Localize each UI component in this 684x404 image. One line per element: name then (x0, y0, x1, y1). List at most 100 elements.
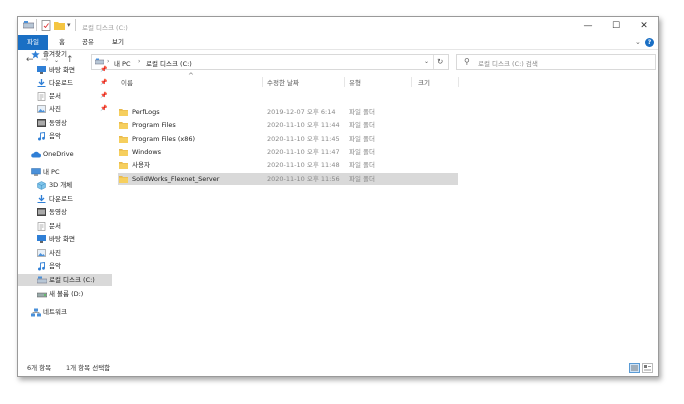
nav-item[interactable]: 다운로드 (18, 193, 112, 205)
music-icon (37, 261, 46, 271)
nav-item[interactable]: 바탕 화면 📌 (18, 64, 112, 76)
folder-icon (119, 121, 128, 130)
drive-icon[interactable] (22, 20, 35, 32)
sort-chevron-up-icon: ^ (188, 72, 194, 80)
file-name: Program Files (x86) (132, 134, 196, 143)
breadcrumb-my-pc[interactable]: 내 PC (114, 58, 131, 68)
nav-item[interactable]: 내 PC (18, 166, 112, 178)
column-divider[interactable] (344, 77, 345, 87)
table-row[interactable]: Program Files (x86) 2020-11-10 오후 11:45 파일… (118, 133, 458, 145)
document-icon (37, 222, 46, 231)
table-row[interactable]: 사용자 2020-11-10 오후 11:48 파일 폴더 (118, 159, 458, 171)
file-type: 파일 폴더 (349, 161, 375, 170)
nav-item[interactable]: OneDrive (18, 148, 112, 160)
column-header-size[interactable]: 크기 (418, 77, 430, 87)
breadcrumb-local-disk[interactable]: 로컬 디스크 (C:) (146, 58, 192, 68)
nav-item-label: 사진 (49, 249, 61, 257)
search-input[interactable]: ⚲ 로컬 디스크 (C:) 검색 (456, 54, 656, 70)
nav-item-label: 문서 (49, 222, 61, 230)
file-list: ^ 이름 수정한 날짜 유형 크기 PerfLogs 2019-12-07 오후 … (118, 72, 658, 358)
nav-item[interactable]: 네트워크 (18, 306, 112, 318)
drive-icon (36, 290, 48, 298)
table-row[interactable]: Program Files 2020-11-10 오후 11:44 파일 폴더 (118, 119, 458, 131)
file-date: 2020-11-10 오후 11:44 (267, 121, 340, 130)
disk-icon (36, 276, 48, 284)
desktop-icon (37, 235, 46, 243)
pin-icon[interactable]: 📌 (100, 64, 107, 76)
nav-item[interactable]: 동영상 (18, 117, 112, 129)
file-type: 파일 폴더 (349, 108, 375, 116)
navigation-pane: 즐겨찾기 바탕 화면 📌 다운로드 📌 문서 📌 사진 📌 동영상 음악 OneDrive 내 PC 3D… (18, 50, 112, 358)
address-row: ← → ⌄ ↑ › 내 PC › 로컬 디스크 (C:) ⌄ ↻ ⚲ 로컬 디스… (18, 51, 658, 73)
divider (433, 55, 434, 69)
nav-item[interactable]: 문서 (18, 220, 112, 232)
nav-item-label: 음악 (49, 132, 61, 140)
address-bar[interactable]: › 내 PC › 로컬 디스크 (C:) ⌄ ↻ (91, 54, 449, 70)
column-header-type[interactable]: 유형 (349, 77, 361, 87)
video-icon (37, 119, 46, 127)
maximize-button[interactable]: ☐ (602, 17, 630, 35)
column-divider[interactable] (411, 77, 412, 87)
nav-item-label: 내 PC (43, 168, 60, 176)
search-placeholder: 로컬 디스크 (C:) 검색 (478, 60, 538, 68)
nav-item[interactable]: 문서 📌 (18, 90, 112, 102)
column-header-date[interactable]: 수정한 날짜 (267, 77, 299, 87)
folder-icon (119, 175, 128, 183)
address-dropdown-chevron-icon[interactable]: ⌄ (424, 58, 429, 65)
pin-icon[interactable]: 📌 (100, 90, 107, 102)
title-bar: ▾ 로컬 디스크 (C:) — ☐ ✕ (18, 17, 658, 35)
nav-item[interactable]: 음악 (18, 130, 112, 142)
file-date: 2020-11-10 오후 11:45 (267, 134, 340, 143)
column-divider[interactable] (458, 77, 459, 87)
nav-item[interactable]: 3D 개체 (18, 179, 112, 191)
video-icon (37, 208, 46, 216)
file-date: 2020-11-10 오후 11:56 (267, 174, 340, 183)
download-icon (37, 79, 46, 87)
column-header-name[interactable]: 이름 (121, 77, 133, 87)
explorer-window: ▾ 로컬 디스크 (C:) — ☐ ✕ 파일 홈 공유 보기 ⌄ ? ← → ⌄… (17, 16, 659, 377)
file-type: 파일 폴더 (349, 134, 375, 143)
folder-icon (119, 148, 128, 156)
download-icon (37, 195, 46, 203)
document-icon (37, 92, 46, 101)
nav-item-label: 동영상 (49, 119, 67, 127)
column-divider[interactable] (262, 77, 263, 87)
breadcrumb-separator-icon: › (138, 58, 141, 65)
file-name: Program Files (132, 121, 176, 130)
nav-item[interactable]: 즐겨찾기 (18, 48, 112, 60)
file-name: PerfLogs (132, 108, 160, 116)
nav-item[interactable]: 사진 (18, 247, 112, 259)
nav-item[interactable]: 다운로드 📌 (18, 77, 112, 89)
new-folder-icon[interactable] (54, 20, 65, 32)
properties-icon[interactable] (41, 20, 51, 33)
large-icons-view-button[interactable] (642, 363, 653, 373)
table-row[interactable]: PerfLogs 2019-12-07 오후 6:14 파일 폴더 (118, 106, 458, 118)
table-row[interactable]: Windows 2020-11-10 오후 11:47 파일 폴더 (118, 146, 458, 158)
details-view-button[interactable] (629, 363, 640, 373)
help-icon[interactable]: ? (645, 38, 654, 47)
refresh-icon[interactable]: ↻ (437, 57, 443, 66)
file-name: Windows (132, 147, 162, 156)
cube-icon (37, 181, 46, 190)
quick-access-chevron-icon[interactable]: ▾ (67, 21, 71, 29)
nav-item[interactable]: 바탕 화면 (18, 233, 112, 245)
nav-item-label: 3D 개체 (49, 181, 73, 189)
nav-item[interactable]: 동영상 (18, 206, 112, 218)
nav-item-label: OneDrive (43, 150, 74, 158)
nav-item[interactable]: 사진 📌 (18, 103, 112, 115)
table-row[interactable]: SolidWorks_Flexnet_Server 2020-11-10 오후 1… (118, 172, 458, 185)
nav-item-label: 다운로드 (49, 195, 73, 203)
pin-icon[interactable]: 📌 (100, 77, 107, 89)
nav-item-label: 바탕 화면 (49, 66, 75, 74)
search-icon: ⚲ (464, 57, 470, 66)
nav-item[interactable]: 음악 (18, 260, 112, 272)
minimize-button[interactable]: — (574, 17, 602, 35)
nav-item[interactable]: 로컬 디스크 (C:) (18, 274, 112, 286)
pin-icon[interactable]: 📌 (100, 103, 107, 115)
nav-item[interactable]: 새 볼륨 (D:) (18, 288, 112, 300)
star-icon (31, 50, 40, 59)
ribbon-expand-icon[interactable]: ⌄ (635, 38, 641, 46)
nav-item-label: 즐겨찾기 (43, 50, 67, 58)
network-icon (31, 308, 41, 317)
close-button[interactable]: ✕ (630, 17, 658, 35)
